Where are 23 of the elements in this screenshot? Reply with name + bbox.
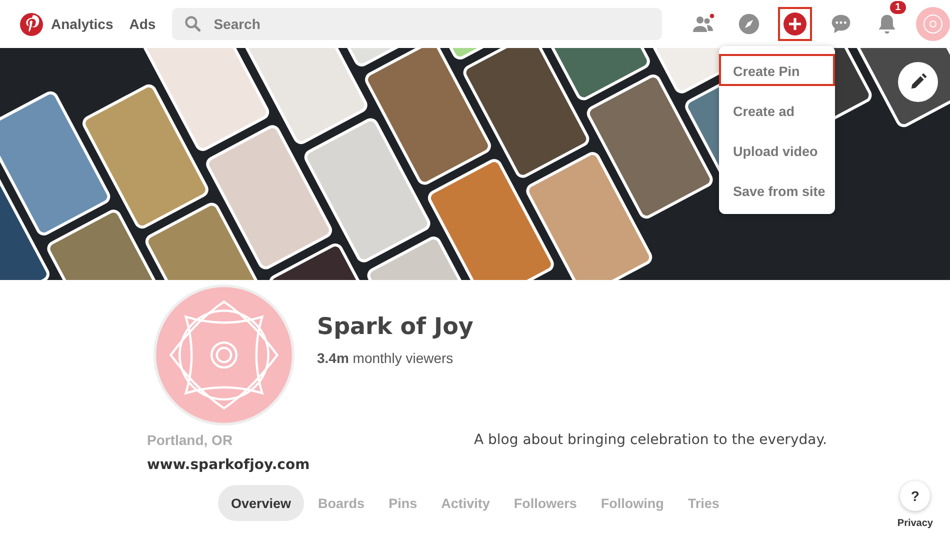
menu-item[interactable]: Save from site <box>719 174 835 206</box>
menu-item[interactable]: Create ad <box>719 94 835 126</box>
nav-link[interactable]: Ads <box>129 16 156 32</box>
profile-tab[interactable]: Boards <box>308 485 375 521</box>
profile-tab[interactable]: Pins <box>378 485 428 521</box>
pinterest-logo-icon[interactable] <box>20 12 43 36</box>
bio-text: A blog about bringing celebration to the everyday. <box>474 432 827 450</box>
menu-item[interactable]: Create Pin <box>719 54 835 86</box>
add-button[interactable] <box>778 7 812 41</box>
menu-item[interactable]: Upload video <box>719 134 835 166</box>
profile-tab[interactable]: Tries <box>678 485 730 521</box>
profile-tab[interactable]: Overview <box>218 485 304 521</box>
profile-tab[interactable]: Followers <box>504 485 587 521</box>
website-link[interactable]: www.sparkofjoy.com <box>147 457 474 473</box>
location-text: Portland, OR <box>147 432 234 448</box>
profile-tab[interactable]: Activity <box>431 485 500 521</box>
profile-name: Spark of Joy <box>317 314 474 340</box>
nav-link[interactable]: Analytics <box>51 16 114 32</box>
search-field[interactable]: Search <box>172 8 662 40</box>
help-button[interactable]: ? <box>900 481 930 511</box>
viewer-count: 3.4m monthly viewers <box>317 350 454 366</box>
notification-badge: 1 <box>890 1 906 14</box>
profile-tab[interactable]: Following <box>590 485 674 521</box>
